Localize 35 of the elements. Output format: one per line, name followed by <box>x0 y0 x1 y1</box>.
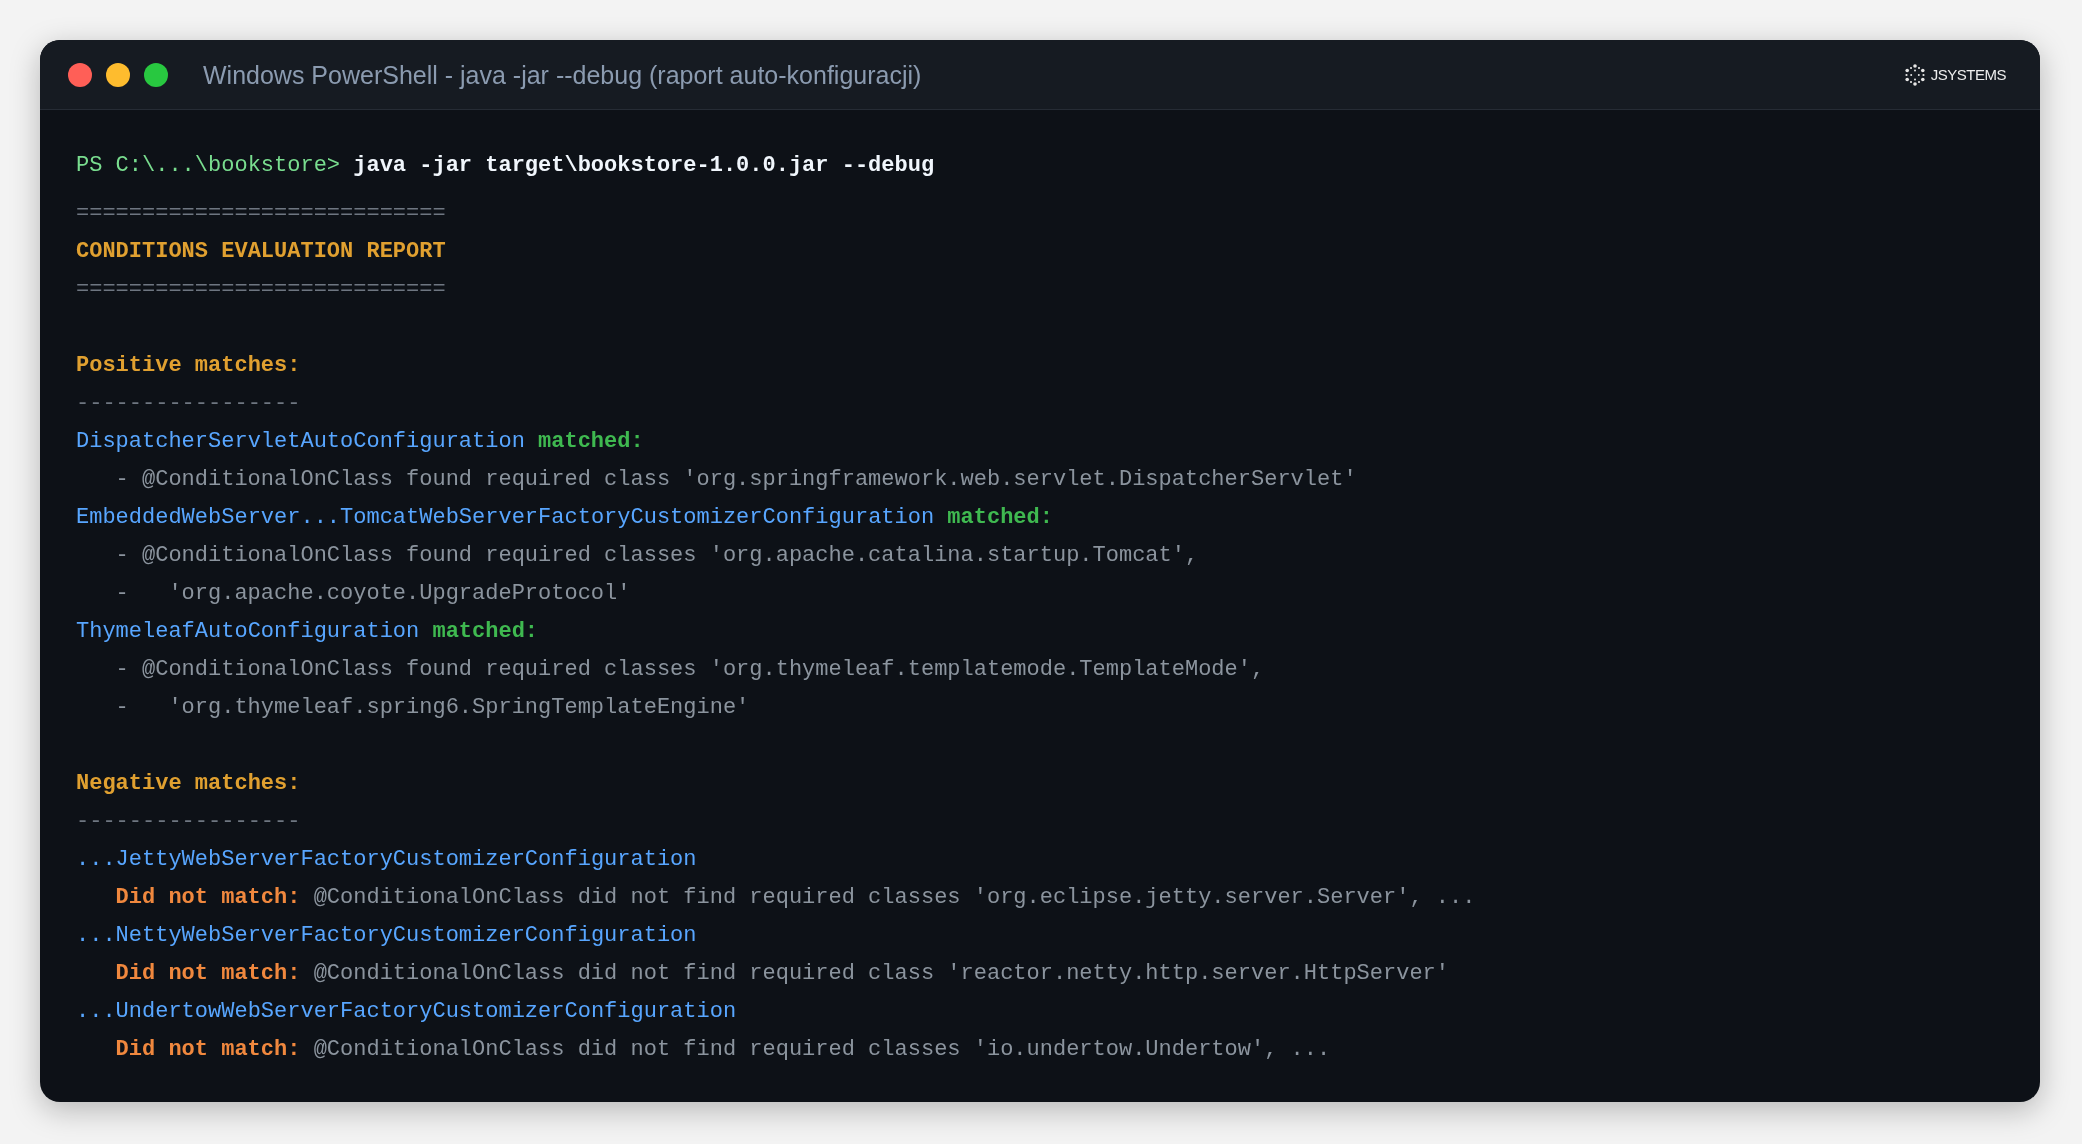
condition-detail: @ConditionalOnClass did not find required classes 'org.eclipse.jetty.server.Server', ... <box>313 884 1476 912</box>
command-text: java -jar target\bookstore-1.0.0.jar --debug <box>353 152 935 180</box>
condition-detail: - @ConditionalOnClass found required class 'org.springframework.web.servlet.DispatcherServlet' <box>115 466 1357 494</box>
class-name: ...UndertowWebServerFactoryCustomizerConfiguration <box>76 998 737 1026</box>
minimize-button[interactable] <box>106 62 130 87</box>
condition-detail: - 'org.apache.coyote.UpgradeProtocol' <box>115 580 631 608</box>
separator-text: ----------------- <box>76 808 301 836</box>
logo-icon <box>1903 63 1926 86</box>
class-name: DispatcherServletAutoConfiguration <box>76 428 525 456</box>
mismatch-status: Did not match: <box>115 1036 301 1064</box>
prompt-path: PS C:\...\bookstore> <box>76 152 341 180</box>
condition-detail: @ConditionalOnClass did not find required classes 'io.undertow.Undertow', ... <box>313 1036 1331 1064</box>
class-name: ThymeleafAutoConfiguration <box>76 618 420 646</box>
separator-text: ----------------- <box>76 390 301 418</box>
window-title: Windows PowerShell - java -jar --debug (raport auto-konfiguracji) <box>203 60 922 92</box>
separator-text: ============================ <box>76 276 446 304</box>
class-name: ...JettyWebServerFactoryCustomizerConfiguration <box>76 846 697 874</box>
section-heading: Positive matches: <box>76 352 301 380</box>
report-title: CONDITIONS EVALUATION REPORT <box>76 238 446 266</box>
match-status: matched: <box>432 618 539 646</box>
mismatch-status: Did not match: <box>115 960 301 988</box>
class-name: EmbeddedWebServer...TomcatWebServerFactoryCustomizerConfiguration <box>76 504 935 532</box>
condition-detail: - @ConditionalOnClass found required classes 'org.apache.catalina.startup.Tomcat', <box>115 542 1199 570</box>
match-status: matched: <box>947 504 1053 532</box>
condition-detail: - 'org.thymeleaf.spring6.SpringTemplateEngine' <box>115 694 750 722</box>
close-button[interactable] <box>68 62 92 87</box>
match-status: matched: <box>538 428 644 456</box>
section-heading: Negative matches: <box>76 770 301 798</box>
logo-text: JSYSTEMS <box>1930 67 2006 82</box>
maximize-button[interactable] <box>144 62 168 87</box>
mismatch-status: Did not match: <box>115 884 301 912</box>
class-name: ...NettyWebServerFactoryCustomizerConfiguration <box>76 922 697 950</box>
separator-text: ============================ <box>76 200 446 228</box>
condition-detail: @ConditionalOnClass did not find required class 'reactor.netty.http.server.HttpServer' <box>313 960 1449 988</box>
condition-detail: - @ConditionalOnClass found required classes 'org.thymeleaf.templatemode.TemplateMode', <box>115 656 1265 684</box>
